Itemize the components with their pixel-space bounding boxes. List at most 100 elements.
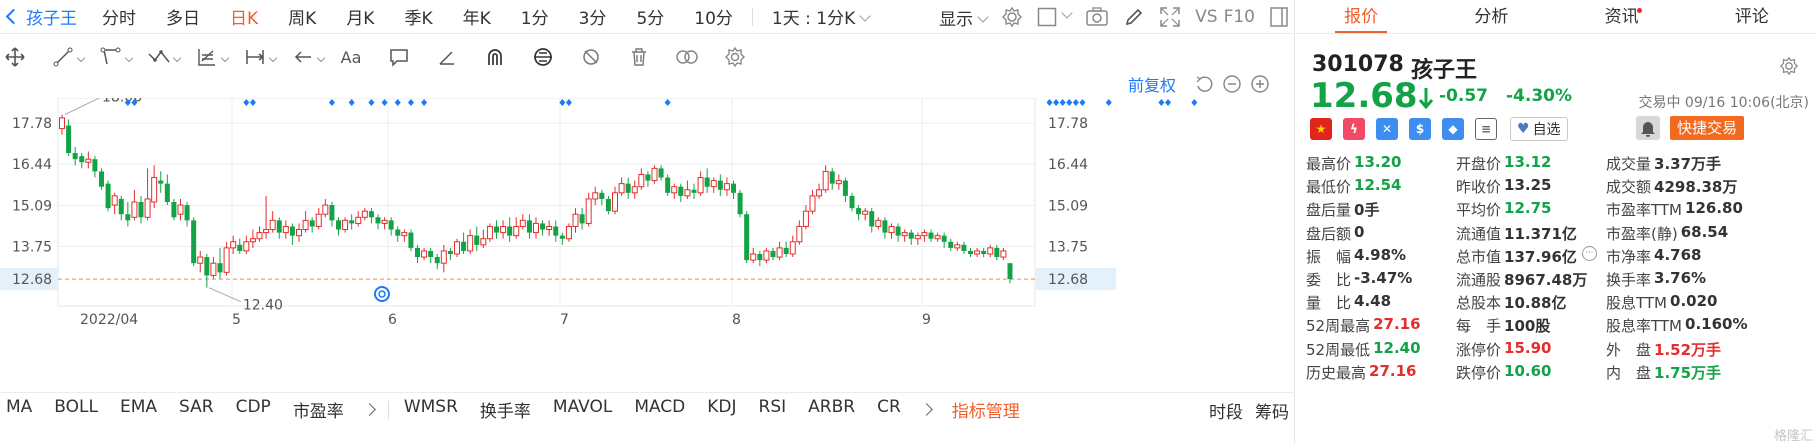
candle-body (954, 244, 961, 249)
dollar-icon[interactable]: $ (1409, 118, 1431, 140)
indicator-item[interactable]: BOLL (43, 397, 109, 422)
quote-tab[interactable]: 资讯 (1557, 0, 1687, 33)
wave-tool[interactable] (144, 43, 182, 71)
chevron-right-icon[interactable] (919, 403, 933, 416)
vs-button[interactable]: VS (1195, 7, 1217, 27)
indicator-item[interactable]: MACD (623, 397, 696, 422)
stat-label: 内 盘 (1606, 363, 1652, 382)
candle-body (315, 213, 322, 227)
candle-body (59, 117, 65, 130)
indicator-item[interactable]: WMSR (393, 397, 469, 422)
settings-icon[interactable] (1001, 6, 1023, 28)
indicator-item[interactable]: MAVOL (542, 397, 623, 422)
candle-body (835, 180, 842, 185)
ruler-tool[interactable] (432, 43, 462, 71)
color-select[interactable] (1037, 7, 1073, 27)
stat-label: 最低价 (1306, 178, 1352, 197)
indicator-item[interactable]: EMA (109, 397, 168, 422)
stat-label: 跌停价 (1456, 363, 1502, 382)
candle-body (99, 171, 104, 187)
session-button[interactable]: 时段 (1203, 398, 1249, 423)
event-circle-icon[interactable] (374, 286, 390, 302)
range-tool[interactable] (240, 43, 278, 71)
period-tab[interactable]: 5分 (621, 4, 679, 29)
candle-body (651, 167, 658, 182)
shuffle-icon[interactable]: ✕ (1376, 118, 1398, 140)
event-marker (1105, 99, 1112, 106)
quote-tab[interactable]: 评论 (1687, 0, 1817, 33)
candle-body (164, 183, 170, 202)
indicator-item[interactable]: MA (0, 397, 43, 422)
period-tab[interactable]: 3分 (564, 4, 622, 29)
chevron-right-icon[interactable] (362, 403, 376, 416)
period-tab[interactable]: 季K (389, 4, 447, 29)
channel-tool[interactable] (96, 43, 134, 71)
period-tab[interactable]: 日K (215, 4, 273, 29)
zoom-out-icon[interactable] (1222, 74, 1242, 94)
quick-trade-button[interactable]: 快捷交易 (1670, 116, 1745, 140)
candle-body (118, 198, 124, 215)
event-marker (407, 99, 414, 106)
note-icon[interactable]: ≡ (1475, 118, 1497, 140)
move-tool[interactable] (0, 43, 30, 71)
f10-button[interactable]: F10 (1224, 7, 1255, 27)
candle-body (789, 241, 796, 255)
display-select[interactable]: 显示 (939, 5, 989, 30)
kline-chart[interactable]: 17.78 17.78 16.44 16.44 15.09 15.09 13.75 13.75… (0, 98, 1295, 390)
fibonacci-tool[interactable] (192, 43, 230, 71)
compare-tool[interactable] (672, 43, 702, 71)
period-tab[interactable]: 多日 (151, 4, 215, 29)
adjust-select[interactable]: 前复权 (1128, 72, 1176, 96)
event-marker (1079, 99, 1086, 106)
indicator-item[interactable]: 换手率 (469, 397, 542, 422)
candle-body (631, 186, 638, 194)
more-icon[interactable]: ··· (1581, 245, 1597, 261)
lightning-icon[interactable]: ϟ (1343, 118, 1365, 140)
delete-tool[interactable] (624, 43, 654, 71)
china-flag-icon[interactable]: ★ (1310, 118, 1332, 140)
sidebar-toggle-icon[interactable] (1269, 6, 1289, 28)
stock-link[interactable]: 孩子王 (0, 4, 87, 29)
period-tab[interactable]: 月K (331, 4, 389, 29)
chart-panel: 孩子王 分时 多日 日K 周K 月K 季K 年K 1分 3分 5分 10分 1天 : 1分K 显示 … (0, 0, 1295, 444)
tag-icon[interactable]: ◆ (1442, 118, 1464, 140)
text-tool[interactable]: Aa (336, 43, 366, 71)
indicator-management-button[interactable]: 指标管理 (941, 397, 1031, 422)
fullscreen-icon[interactable] (1159, 6, 1181, 28)
comment-tool[interactable] (384, 43, 414, 71)
period-tab[interactable]: 年K (448, 4, 506, 29)
zoom-in-icon[interactable] (1250, 74, 1270, 94)
period-tab[interactable]: 分时 (87, 4, 151, 29)
lock-tool[interactable] (528, 43, 558, 71)
quote-tab[interactable]: 报价 (1296, 0, 1426, 33)
period-tab[interactable]: 10分 (679, 4, 748, 29)
candle-body (875, 219, 882, 227)
indicator-item[interactable]: 市盈率 (282, 397, 355, 422)
period-tab[interactable]: 1分 (506, 4, 564, 29)
magnet-tool[interactable] (480, 43, 510, 71)
period-tab[interactable]: 周K (273, 4, 331, 29)
indicator-item[interactable]: CDP (225, 397, 282, 422)
reset-icon[interactable] (1194, 74, 1214, 94)
bell-icon[interactable] (1636, 116, 1660, 140)
quote-tab[interactable]: 分析 (1426, 0, 1556, 33)
chevron-down-icon (268, 53, 278, 63)
indicator-item[interactable]: CR (866, 397, 912, 422)
pencil-icon[interactable] (1123, 6, 1145, 28)
candle-body (72, 153, 78, 160)
gear-icon[interactable] (1779, 56, 1799, 76)
indicator-item[interactable]: KDJ (696, 397, 747, 422)
arrow-tool[interactable] (288, 43, 326, 71)
indicator-item[interactable]: SAR (168, 397, 225, 422)
draw-settings-tool[interactable] (720, 43, 750, 71)
more-periods-select[interactable]: 1天 : 1分K (757, 4, 884, 29)
stats-row: 振 幅 4.98% 总市值 137.96亿 ··· 市净率 4.768 (1306, 245, 1816, 268)
hide-drawings-tool[interactable] (576, 43, 606, 71)
indicator-item[interactable]: ARBR (797, 397, 866, 422)
indicator-item[interactable]: RSI (748, 397, 798, 422)
line-tool[interactable] (48, 43, 86, 71)
add-watchlist-button[interactable]: ♥ 自选 (1510, 117, 1568, 141)
y-tick-label-right: 16.44 (1048, 157, 1088, 173)
chips-button[interactable]: 筹码 (1249, 398, 1295, 423)
camera-icon[interactable] (1085, 6, 1109, 28)
